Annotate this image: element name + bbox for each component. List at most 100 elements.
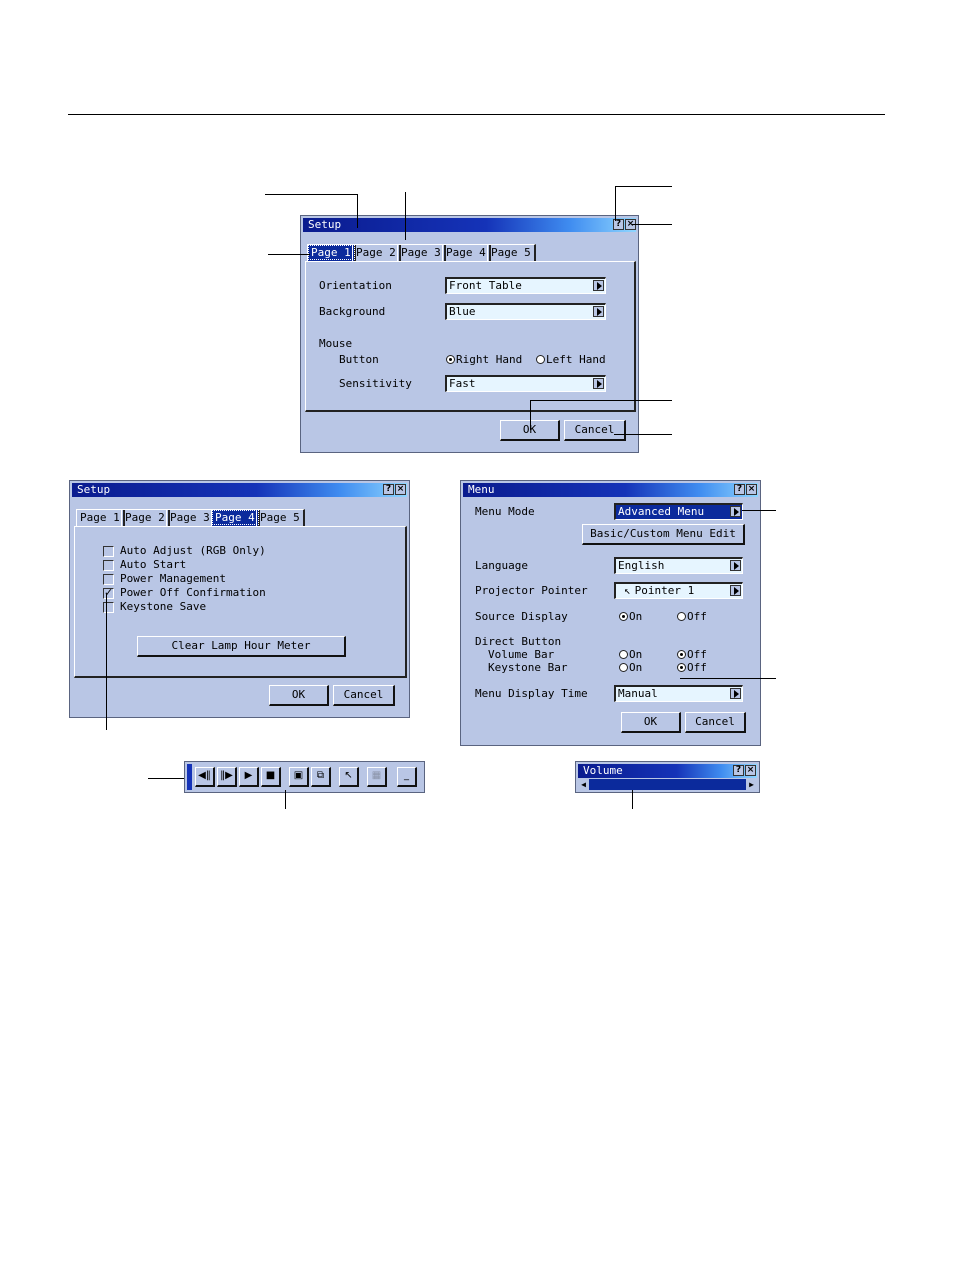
dropdown-arrow-icon[interactable]: [730, 560, 741, 571]
tab-page-4[interactable]: Page 4: [211, 509, 260, 526]
auto-start-label: Auto Start: [120, 558, 187, 571]
volume-slider-track[interactable]: ◀ ▶: [578, 779, 757, 790]
window-icon[interactable]: ▣: [289, 767, 309, 787]
previous-icon[interactable]: ◀‖: [195, 767, 215, 787]
left-hand-radio[interactable]: [536, 355, 545, 364]
orientation-select[interactable]: Front Table: [445, 277, 606, 294]
close-icon[interactable]: ×: [395, 484, 406, 495]
toolbar-window: ◀‖ ‖▶ ▶ ■ ▣ ⧉ ↖ ▦ _: [184, 761, 425, 793]
callout-line: [530, 400, 531, 430]
close-icon[interactable]: ×: [746, 484, 757, 495]
help-icon[interactable]: ?: [734, 484, 745, 495]
cancel-button[interactable]: Cancel: [564, 420, 626, 441]
volume-titlebar[interactable]: Volume: [578, 764, 757, 778]
background-select[interactable]: Blue: [445, 303, 606, 320]
setup-titlebar[interactable]: Setup: [303, 218, 636, 232]
orientation-value: Front Table: [449, 279, 522, 292]
mouse-label: Mouse: [319, 337, 353, 350]
dropdown-arrow-icon[interactable]: [730, 585, 741, 596]
clear-lamp-hour-meter-button[interactable]: Clear Lamp Hour Meter: [137, 636, 346, 657]
play-icon[interactable]: ▶: [239, 767, 259, 787]
menu-mode-select[interactable]: Advanced Menu: [614, 503, 743, 520]
tab-page-3[interactable]: Page 3: [166, 509, 215, 526]
setup-dialog-page4: Setup ? × Page 1 Page 2 Page 3 Page 4 Pa…: [69, 480, 410, 718]
dropdown-arrow-icon[interactable]: [730, 688, 741, 699]
minimize-button[interactable]: _: [397, 767, 417, 787]
cancel-button[interactable]: Cancel: [333, 685, 395, 706]
setup-titlebar[interactable]: Setup: [72, 483, 407, 497]
menu-mode-label: Menu Mode: [475, 505, 535, 518]
dropdown-arrow-icon[interactable]: [593, 306, 604, 317]
dropdown-arrow-icon[interactable]: [593, 378, 604, 389]
callout-line: [405, 192, 406, 240]
language-select[interactable]: English: [614, 557, 743, 574]
orientation-label: Orientation: [319, 279, 392, 292]
tab-page-2[interactable]: Page 2: [352, 244, 401, 261]
help-icon[interactable]: ?: [383, 484, 394, 495]
next-icon[interactable]: ‖▶: [217, 767, 237, 787]
volume-bar-on-radio[interactable]: [619, 650, 628, 659]
tab-page-1[interactable]: Page 1: [307, 244, 356, 261]
volume-window: Volume ? × ◀ ▶: [575, 761, 760, 793]
basic-custom-menu-edit-button[interactable]: Basic/Custom Menu Edit: [582, 524, 745, 545]
picture-in-picture-icon[interactable]: ⧉: [311, 767, 331, 787]
tab-page-2[interactable]: Page 2: [121, 509, 170, 526]
projector-pointer-select[interactable]: ↖ Pointer 1: [614, 582, 743, 599]
language-label: Language: [475, 559, 528, 572]
keystone-save-label: Keystone Save: [120, 600, 207, 613]
callout-line: [615, 186, 672, 187]
menu-titlebar[interactable]: Menu: [463, 483, 758, 497]
scroll-left-icon[interactable]: ◀: [578, 779, 589, 790]
pointer-icon[interactable]: ↖: [339, 767, 359, 787]
power-off-confirmation-checkbox[interactable]: [103, 586, 114, 599]
keystone-bar-off-radio[interactable]: [677, 663, 686, 672]
tab-page-5[interactable]: Page 5: [256, 509, 305, 526]
tab-page-3[interactable]: Page 3: [397, 244, 446, 261]
sensitivity-label: Sensitivity: [339, 377, 412, 390]
scroll-right-icon[interactable]: ▶: [746, 779, 757, 790]
source-display-off-radio[interactable]: [677, 612, 686, 621]
dropdown-arrow-icon[interactable]: [593, 280, 604, 291]
right-hand-radio[interactable]: [446, 355, 455, 364]
keystone-bar-on-label: On: [629, 661, 643, 674]
callout-line: [265, 194, 358, 195]
callout-line: [632, 224, 672, 225]
source-display-label: Source Display: [475, 610, 568, 623]
trash-icon[interactable]: ▦: [367, 767, 387, 787]
callout-line: [285, 790, 286, 809]
background-label: Background: [319, 305, 386, 318]
direct-button-label: Direct Button: [475, 635, 562, 648]
tab-page-1[interactable]: Page 1: [76, 509, 125, 526]
sensitivity-select[interactable]: Fast: [445, 375, 606, 392]
right-hand-label: Right Hand: [456, 353, 523, 366]
callout-line: [357, 194, 358, 228]
setup-title: Setup: [308, 218, 342, 231]
stop-icon[interactable]: ■: [261, 767, 281, 787]
callout-line: [268, 254, 310, 255]
help-icon[interactable]: ?: [733, 765, 744, 776]
keystone-save-checkbox[interactable]: [103, 602, 114, 613]
callout-line: [742, 510, 776, 511]
toolbar-grip[interactable]: [187, 764, 192, 790]
background-value: Blue: [449, 305, 476, 318]
tab-page-4[interactable]: Page 4: [442, 244, 491, 261]
ok-button[interactable]: OK: [621, 712, 681, 733]
cancel-button[interactable]: Cancel: [685, 712, 746, 733]
close-icon[interactable]: ×: [745, 765, 756, 776]
language-value: English: [618, 559, 665, 572]
source-display-on-radio[interactable]: [619, 612, 628, 621]
sensitivity-value: Fast: [449, 377, 476, 390]
projector-pointer-label: Projector Pointer: [475, 584, 588, 597]
source-display-off-label: Off: [687, 610, 707, 623]
power-management-checkbox[interactable]: [103, 574, 114, 585]
auto-adjust-checkbox[interactable]: [103, 546, 114, 557]
ok-button[interactable]: OK: [269, 685, 329, 706]
dropdown-arrow-icon[interactable]: [730, 506, 741, 517]
keystone-bar-on-radio[interactable]: [619, 663, 628, 672]
projector-pointer-value: Pointer 1: [634, 584, 695, 597]
auto-start-checkbox[interactable]: [103, 560, 114, 571]
menu-display-time-select[interactable]: Manual: [614, 685, 743, 702]
volume-bar-off-radio[interactable]: [677, 650, 686, 659]
callout-line: [632, 790, 633, 809]
tab-page-5[interactable]: Page 5: [487, 244, 536, 261]
